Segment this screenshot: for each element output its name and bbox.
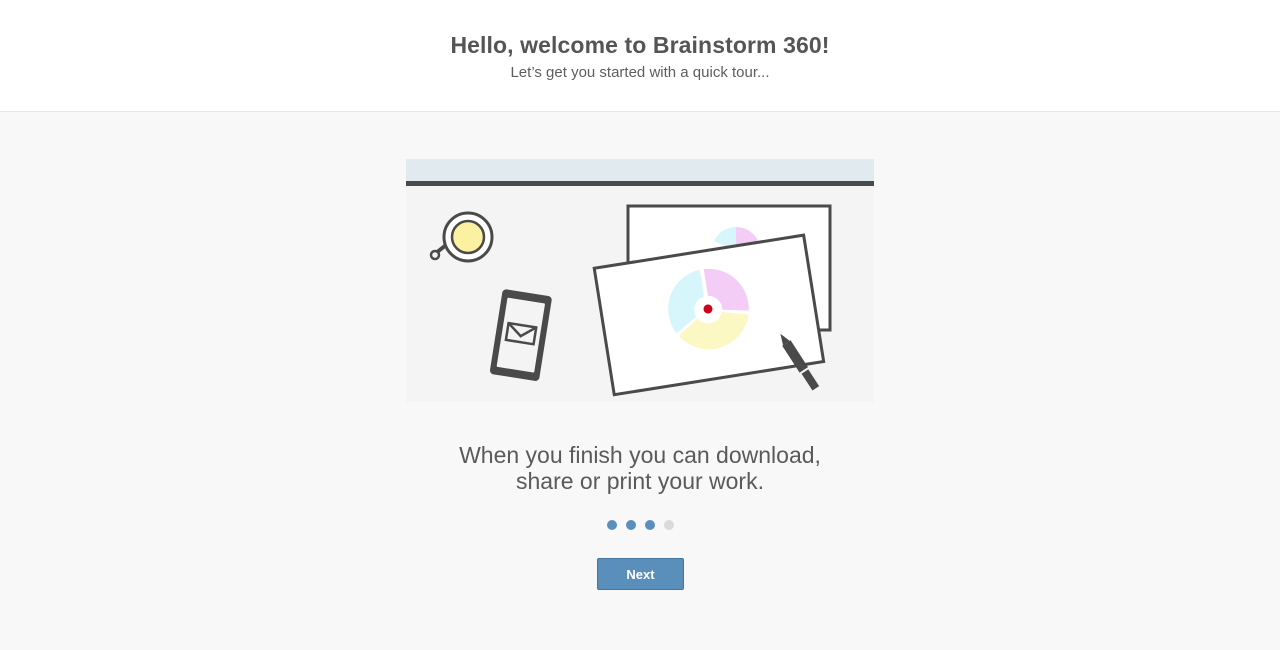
progress-dot-4[interactable] [663,520,674,530]
phone-mail-icon [489,289,552,381]
progress-dot-3[interactable] [644,520,655,530]
tour-caption-line-1: When you finish you can download, [459,442,821,468]
tour-caption: When you finish you can download, share … [0,442,1280,494]
tour-caption-line-2: share or print your work. [516,468,764,494]
progress-dot-2[interactable] [625,520,636,530]
page-subtitle: Let’s get you started with a quick tour.… [510,64,770,81]
page-title: Hello, welcome to Brainstorm 360! [450,32,830,58]
illustration-top-rule [406,181,874,186]
coffee-cup-icon [429,211,494,263]
illustration-top-bar [406,159,874,181]
next-button[interactable]: Next [597,558,684,590]
tour-progress-dots [0,520,1280,530]
tour-illustration [406,159,874,402]
progress-dot-1[interactable] [606,520,617,530]
tour-illustration-svg [406,159,874,397]
header: Hello, welcome to Brainstorm 360! Let’s … [0,0,1280,112]
